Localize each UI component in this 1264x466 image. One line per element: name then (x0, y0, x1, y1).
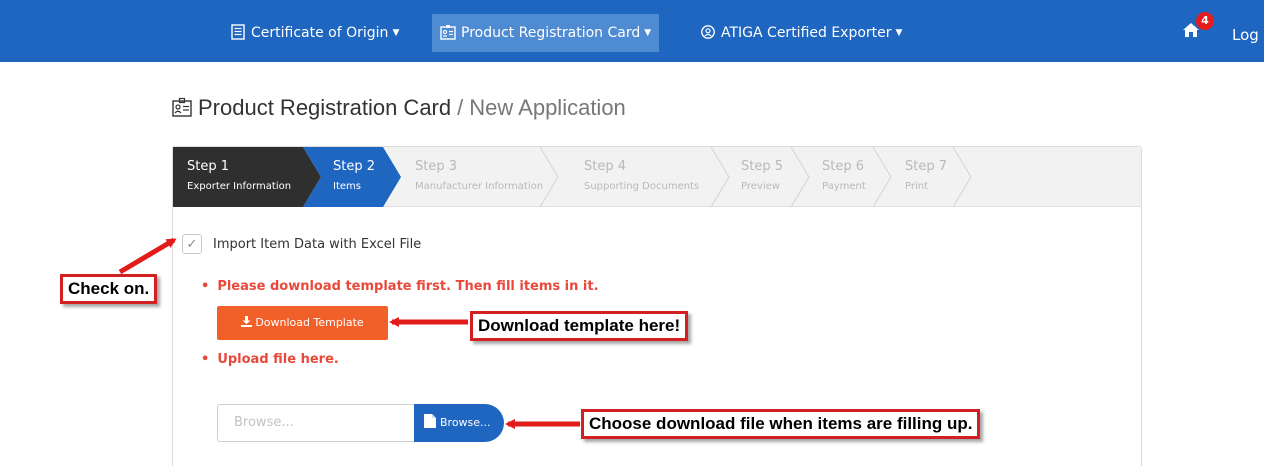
nav-item-label: ATIGA Certified Exporter (721, 25, 892, 41)
page-title-main: Product Registration Card (198, 95, 452, 120)
step-number: Step 2 (333, 159, 376, 174)
chevron-down-icon: ▼ (392, 28, 400, 38)
badge-icon (701, 25, 715, 39)
step-label: Payment (822, 181, 866, 192)
step-label: Supporting Documents (584, 181, 700, 192)
step-3[interactable]: Step 3 Manufacturer Information (401, 147, 543, 207)
step-5[interactable]: Step 5 Preview (727, 147, 783, 207)
step-label: Print (905, 181, 929, 192)
step-label: Preview (741, 181, 780, 192)
step-number: Step 4 (584, 159, 627, 174)
checkmark-icon: ✓ (186, 237, 198, 252)
step-label: Manufacturer Information (415, 181, 544, 192)
import-excel-checkbox[interactable]: ✓ (182, 234, 202, 254)
callout-check-on: Check on. (60, 274, 158, 304)
callout-download-template: Download template here! (470, 311, 689, 341)
id-card-icon (172, 97, 192, 117)
instruction-text: Upload file here. (217, 352, 339, 367)
nav-item-label: Certificate of Origin (251, 25, 389, 41)
wizard-steps: Step 1 Exporter Information Step 2 Items… (173, 147, 1141, 207)
logout-link[interactable]: Log ou (1232, 26, 1264, 44)
download-template-button[interactable]: Download Template (217, 306, 388, 340)
callout-choose-file: Choose download file when items are fill… (581, 409, 981, 439)
step-1[interactable]: Step 1 Exporter Information (173, 147, 291, 207)
id-card-icon (440, 25, 456, 40)
step-4[interactable]: Step 4 Supporting Documents (570, 147, 699, 207)
nav-certificate-of-origin[interactable]: Certificate of Origin ▼ (222, 14, 407, 52)
step-number: Step 6 (822, 159, 865, 174)
step-7[interactable]: Step 7 Print (891, 147, 947, 207)
nav-atiga-certified-exporter[interactable]: ATIGA Certified Exporter ▼ (692, 14, 910, 52)
step-label: Items (333, 181, 361, 192)
import-excel-label: Import Item Data with Excel File (213, 237, 422, 252)
chevron-down-icon: ▼ (644, 28, 652, 38)
instruction-text: Please download template first. Then fil… (217, 279, 599, 294)
file-icon (424, 414, 436, 428)
nav-product-registration-card[interactable]: Product Registration Card ▼ (432, 14, 660, 52)
step-number: Step 1 (187, 159, 230, 174)
instruction-note-2: • Upload file here. (201, 352, 339, 367)
page-title: Product Registration Card / New Applicatio… (172, 95, 626, 121)
notification-badge: 4 (1196, 12, 1214, 30)
step-number: Step 3 (415, 159, 458, 174)
page-title-sub: New Application (469, 95, 626, 120)
download-icon (241, 316, 253, 327)
step-6[interactable]: Step 6 Payment (808, 147, 866, 207)
step-label: Exporter Information (187, 181, 292, 192)
document-icon (231, 24, 245, 40)
browse-button[interactable]: Browse... (414, 404, 504, 442)
step-number: Step 7 (905, 159, 948, 174)
chevron-down-icon: ▼ (895, 28, 903, 38)
browse-button-label: Browse... (440, 416, 491, 429)
nav-item-label: Product Registration Card (461, 25, 641, 41)
instruction-note-1: • Please download template first. Then fi… (201, 279, 599, 294)
breadcrumb-separator: / (457, 95, 464, 120)
file-path-input[interactable]: Browse... (217, 404, 415, 442)
download-template-label: Download Template (255, 316, 364, 329)
step-number: Step 5 (741, 159, 784, 174)
top-navbar: Certificate of Origin ▼ Product Registrat… (0, 0, 1264, 62)
step-2[interactable]: Step 2 Items (319, 147, 375, 207)
